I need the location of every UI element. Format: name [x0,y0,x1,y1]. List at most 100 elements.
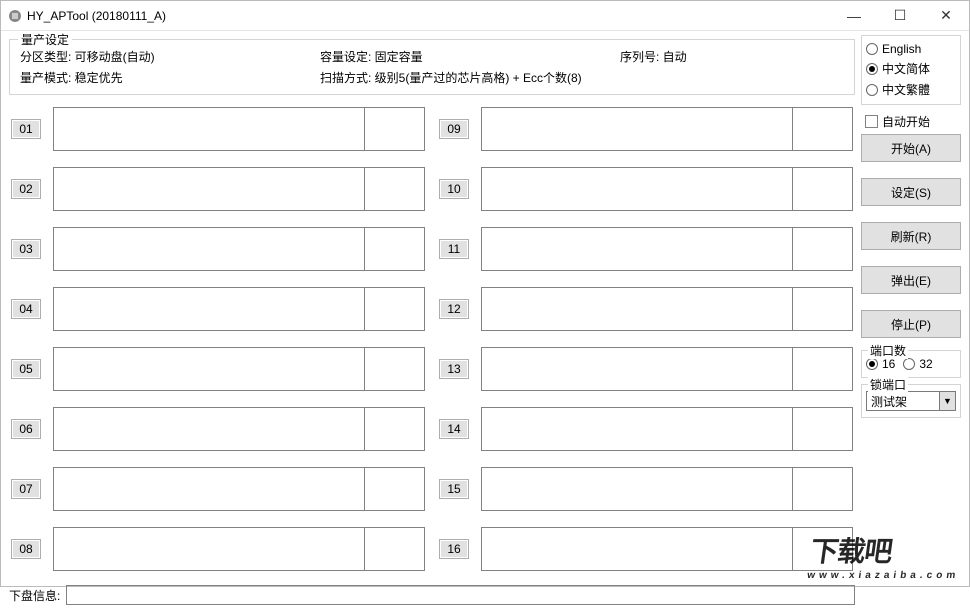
slot-button-13[interactable]: 13 [439,359,469,379]
slot-field-aux[interactable] [793,407,853,451]
slot-row: 05 [11,347,425,391]
radio-icon [866,358,878,370]
chevron-down-icon[interactable]: ▼ [939,392,955,410]
slot-button-08[interactable]: 08 [11,539,41,559]
slot-field-aux[interactable] [793,527,853,571]
slot-field-aux[interactable] [793,467,853,511]
slot-row: 01 [11,107,425,151]
partition-type-label: 分区类型: 可移动盘(自动) [20,48,320,65]
port-32-label: 32 [919,357,932,371]
slot-field-main[interactable] [53,227,365,271]
slot-row: 06 [11,407,425,451]
slot-field-aux[interactable] [365,347,425,391]
port-32[interactable]: 32 [903,357,932,371]
slot-button-05[interactable]: 05 [11,359,41,379]
language-group: English 中文简体 中文繁體 [861,35,961,105]
radio-icon [866,43,878,55]
lock-legend: 锁端口 [868,376,908,393]
slot-button-12[interactable]: 12 [439,299,469,319]
lock-port-combo[interactable]: 测试架 ▼ [866,391,956,411]
slot-field-aux[interactable] [365,467,425,511]
slot-button-04[interactable]: 04 [11,299,41,319]
close-button[interactable]: ✕ [923,1,969,31]
slot-field-aux[interactable] [365,227,425,271]
setting-button[interactable]: 设定(S) [861,178,961,206]
slot-button-03[interactable]: 03 [11,239,41,259]
slot-field-main[interactable] [53,527,365,571]
start-button[interactable]: 开始(A) [861,134,961,162]
slot-field-aux[interactable] [793,227,853,271]
maximize-button[interactable]: ☐ [877,1,923,31]
slot-field-main[interactable] [53,467,365,511]
slot-row: 07 [11,467,425,511]
slot-button-14[interactable]: 14 [439,419,469,439]
lang-traditional[interactable]: 中文繁體 [866,81,956,98]
slot-row: 15 [439,467,853,511]
port-legend: 端口数 [868,342,908,359]
slot-field-aux[interactable] [793,167,853,211]
slot-button-02[interactable]: 02 [11,179,41,199]
slot-field-main[interactable] [481,407,793,451]
slot-button-16[interactable]: 16 [439,539,469,559]
auto-start-label: 自动开始 [882,113,930,130]
slot-field-aux[interactable] [793,107,853,151]
slot-field-main[interactable] [481,527,793,571]
mode-label: 量产模式: 稳定优先 [20,69,320,86]
radio-icon [866,84,878,96]
lock-port-value: 测试架 [867,392,939,410]
eject-button[interactable]: 弹出(E) [861,266,961,294]
start-button-label: 开始(A) [891,140,931,157]
slot-row: 11 [439,227,853,271]
serial-label: 序列号: 自动 [620,48,844,65]
slot-field-main[interactable] [53,407,365,451]
slot-button-01[interactable]: 01 [11,119,41,139]
title-bar: HY_APTool (20180111_A) — ☐ ✕ [1,1,969,31]
lock-port-group: 锁端口 测试架 ▼ [861,384,961,418]
slot-row: 13 [439,347,853,391]
slot-row: 04 [11,287,425,331]
slot-field-aux[interactable] [365,287,425,331]
lang-english[interactable]: English [866,42,956,56]
lang-english-label: English [882,42,921,56]
slot-button-15[interactable]: 15 [439,479,469,499]
slot-field-aux[interactable] [793,347,853,391]
radio-icon [866,63,878,75]
slot-button-11[interactable]: 11 [439,239,469,259]
scan-label: 扫描方式: 级别5(量产过的芯片高格) + Ecc个数(8) [320,69,844,86]
slot-field-aux[interactable] [365,527,425,571]
port-16[interactable]: 16 [866,357,895,371]
slot-row: 12 [439,287,853,331]
slot-field-main[interactable] [53,347,365,391]
stop-button-label: 停止(P) [891,316,931,333]
slot-row: 16 [439,527,853,571]
slot-field-aux[interactable] [793,287,853,331]
radio-icon [903,358,915,370]
settings-group: 量产设定 分区类型: 可移动盘(自动) 容量设定: 固定容量 序列号: 自动 量… [9,39,855,95]
slot-field-main[interactable] [53,287,365,331]
slot-field-aux[interactable] [365,407,425,451]
eject-button-label: 弹出(E) [891,272,931,289]
lang-simplified[interactable]: 中文简体 [866,60,956,77]
bottom-info-field[interactable] [66,585,855,605]
slot-field-main[interactable] [53,167,365,211]
slot-field-main[interactable] [481,467,793,511]
slot-button-06[interactable]: 06 [11,419,41,439]
bottom-info-label: 下盘信息: [9,587,60,604]
slot-button-10[interactable]: 10 [439,179,469,199]
slot-button-09[interactable]: 09 [439,119,469,139]
stop-button[interactable]: 停止(P) [861,310,961,338]
slot-field-aux[interactable] [365,107,425,151]
slot-field-aux[interactable] [365,167,425,211]
refresh-button[interactable]: 刷新(R) [861,222,961,250]
slot-row: 14 [439,407,853,451]
slot-field-main[interactable] [53,107,365,151]
slot-field-main[interactable] [481,227,793,271]
slot-field-main[interactable] [481,107,793,151]
slot-field-main[interactable] [481,347,793,391]
slot-button-07[interactable]: 07 [11,479,41,499]
slot-row: 02 [11,167,425,211]
auto-start-checkbox[interactable]: 自动开始 [861,113,961,130]
minimize-button[interactable]: — [831,1,877,31]
slot-field-main[interactable] [481,287,793,331]
slot-field-main[interactable] [481,167,793,211]
